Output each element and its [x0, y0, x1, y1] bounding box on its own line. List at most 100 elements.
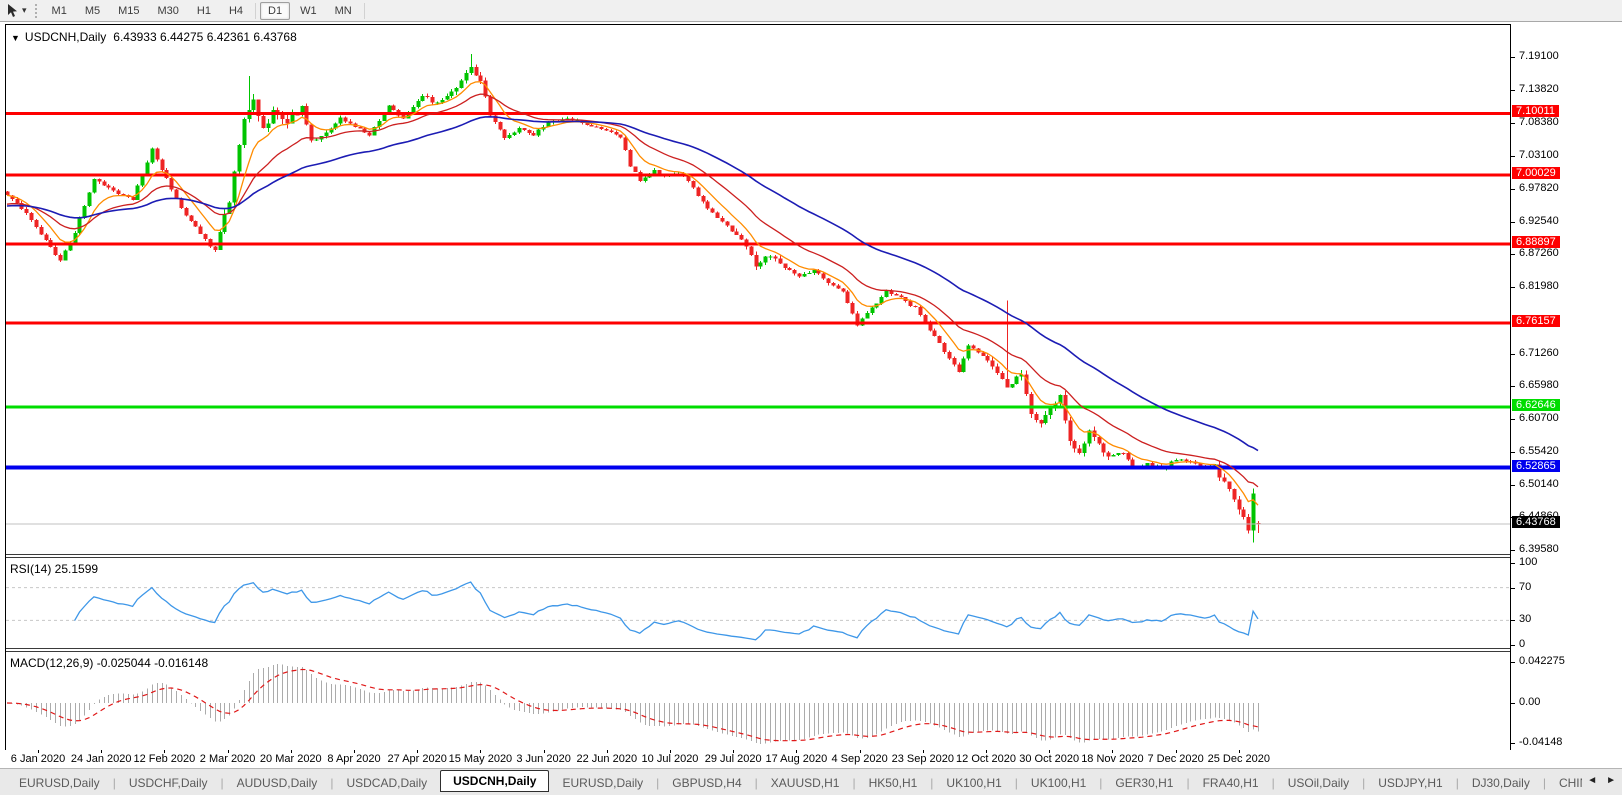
tab-gbpusd-h4[interactable]: GBPUSD,H4 — [659, 772, 754, 794]
tab-usdjpy-h1[interactable]: USDJPY,H1 — [1365, 772, 1455, 794]
level-price-label: 6.76157 — [1512, 315, 1560, 328]
rsi-tick-mark — [1511, 563, 1515, 564]
tab-uk100-h1[interactable]: UK100,H1 — [1018, 772, 1099, 794]
price-tick-mark — [1511, 287, 1515, 289]
tab-scroll-arrows: ◄ ► — [1587, 775, 1616, 786]
price-tick-label: 6.50140 — [1519, 477, 1559, 490]
level-price-label: 7.10011 — [1512, 105, 1559, 118]
price-tick-label: 6.87260 — [1519, 247, 1559, 260]
tab-hk50-h1[interactable]: HK50,H1 — [856, 772, 931, 794]
toolbar-separator — [255, 2, 257, 19]
price-tick-mark — [1511, 156, 1515, 158]
tab-usdchf-daily[interactable]: USDCHF,Daily — [116, 772, 221, 794]
date-axis: 6 Jan 2020 24 Jan 2020 12 Feb 2020 2 Mar 20… — [5, 750, 1511, 768]
rsi-tick-label: 0 — [1519, 638, 1526, 650]
tab-usdcad-daily[interactable]: USDCAD,Daily — [333, 772, 440, 794]
rsi-pane[interactable] — [6, 558, 1510, 647]
tab-uk100-h1[interactable]: UK100,H1 — [933, 772, 1014, 794]
price-tick-mark — [1511, 57, 1515, 58]
timeframe-w1[interactable]: W1 — [292, 2, 325, 20]
macd-tick-label: -0.04148 — [1519, 736, 1563, 749]
price-tick-mark — [1511, 89, 1515, 91]
price-tick-label: 6.65980 — [1519, 379, 1559, 392]
tab-eurusd-daily[interactable]: EURUSD,Daily — [549, 772, 656, 794]
chart-tabs: EURUSD,Daily | USDCHF,Daily | AUDUSD,Daily | U… — [6, 769, 1582, 795]
tab-scroll-left-icon[interactable]: ◄ — [1587, 775, 1597, 786]
mt4-window: ▾ M1 M5 M15 M30 H1 H4 D1 W1 MN ▼ USDCNH,Daily 6.43… — [0, 0, 1622, 795]
price-tick-mark — [1511, 451, 1515, 453]
pane-separator[interactable] — [6, 648, 1510, 649]
chart-title: ▼ USDCNH,Daily 6.43933 6.44275 6.42361 6.4… — [11, 30, 297, 44]
tab-xauusd-h1[interactable]: XAUUSD,H1 — [758, 772, 853, 794]
price-tick-mark — [1511, 221, 1515, 223]
price-tick-mark — [1511, 550, 1515, 551]
tab-ger30-h1[interactable]: GER30,H1 — [1102, 772, 1186, 794]
level-price-label: 6.52865 — [1512, 459, 1560, 472]
cursor-tool-dropdown-caret[interactable]: ▾ — [22, 5, 27, 16]
tab-fra40-h1[interactable]: FRA40,H1 — [1190, 772, 1272, 794]
rsi-tick-mark — [1511, 645, 1515, 646]
tab-china300-h1[interactable]: CHINA300,H1 — [1546, 772, 1582, 794]
tab-eurusd-daily[interactable]: EURUSD,Daily — [6, 772, 113, 794]
price-tick-label: 6.71260 — [1519, 346, 1559, 359]
price-tick-label: 6.55420 — [1519, 444, 1559, 457]
chart-tab-bar: EURUSD,Daily | USDCHF,Daily | AUDUSD,Daily | U… — [0, 768, 1622, 795]
chart-title-ohlc: 6.43933 6.44275 6.42361 6.43768 — [113, 30, 297, 44]
price-tick-mark — [1511, 254, 1515, 256]
level-price-label: 7.00029 — [1512, 167, 1560, 180]
timeframe-h4[interactable]: H4 — [221, 2, 251, 20]
pane-separator[interactable] — [6, 554, 1510, 555]
timeframe-m5[interactable]: M5 — [77, 2, 108, 20]
rsi-tick-label: 30 — [1519, 613, 1532, 626]
collapse-caret-icon[interactable]: ▼ — [11, 33, 20, 43]
tab-audusd-daily[interactable]: AUDUSD,Daily — [224, 772, 331, 794]
top-toolbar: ▾ M1 M5 M15 M30 H1 H4 D1 W1 MN — [0, 0, 1622, 22]
level-price-label: 6.62646 — [1512, 398, 1560, 411]
price-tick-label: 7.13820 — [1519, 82, 1559, 95]
price-tick-label: 6.39580 — [1519, 543, 1559, 555]
timeframe-m30[interactable]: M30 — [150, 2, 187, 20]
macd-tick-label: 0.00 — [1519, 696, 1541, 708]
tab-scroll-right-icon[interactable]: ► — [1606, 775, 1616, 786]
price-tick-label: 6.92540 — [1519, 214, 1559, 227]
chart-title-symbol: USDCNH,Daily — [24, 30, 107, 44]
price-axis: 7.19100 7.13820 7.08380 7.03100 6.97820 6.925… — [1511, 0, 1622, 795]
macd-tick-mark — [1511, 703, 1515, 704]
timeframe-m15[interactable]: M15 — [110, 2, 147, 20]
price-tick-mark — [1511, 188, 1515, 190]
timeframe-m1[interactable]: M1 — [44, 2, 75, 20]
macd-tick-label: 0.042275 — [1519, 654, 1565, 667]
rsi-tick-label: 100 — [1519, 556, 1538, 568]
price-tick-label: 7.08380 — [1519, 116, 1559, 129]
macd-pane[interactable] — [6, 652, 1510, 748]
timeframe-h1[interactable]: H1 — [189, 2, 219, 20]
rsi-tick-label: 70 — [1519, 580, 1532, 593]
tab-usoil-daily[interactable]: USOil,Daily — [1275, 772, 1362, 794]
rsi-indicator-label: RSI(14) 25.1599 — [10, 562, 99, 576]
tab-dj30-daily[interactable]: DJ30,Daily — [1459, 772, 1543, 794]
price-tick-mark — [1511, 386, 1515, 388]
toolbar-separator — [363, 2, 365, 19]
price-tick-mark — [1511, 123, 1515, 125]
macd-tick-mark — [1511, 661, 1515, 663]
macd-indicator-label: MACD(12,26,9) -0.025044 -0.016148 — [10, 656, 209, 670]
price-tick-mark — [1511, 419, 1515, 421]
price-tick-label: 7.19100 — [1519, 50, 1559, 62]
price-tick-label: 6.60700 — [1519, 412, 1559, 425]
timeframe-mn[interactable]: MN — [327, 2, 360, 20]
tab-usdcnh-daily[interactable]: USDCNH,Daily — [440, 770, 550, 792]
macd-tick-mark — [1511, 743, 1515, 745]
price-tick-mark — [1511, 484, 1515, 486]
rsi-tick-mark — [1511, 587, 1515, 589]
date-label: 25 Dec 2020 — [1207, 753, 1270, 765]
price-tick-mark — [1511, 353, 1515, 355]
price-chart-pane[interactable] — [6, 25, 1510, 554]
cursor-tool-icon[interactable] — [4, 3, 22, 19]
timeframe-buttons: M1 M5 M15 M30 H1 H4 D1 W1 MN — [43, 1, 368, 20]
timeframe-d1[interactable]: D1 — [260, 1, 291, 20]
current-price-label: 6.43768 — [1512, 516, 1560, 529]
price-tick-label: 6.97820 — [1519, 181, 1559, 194]
level-price-label: 6.88897 — [1512, 236, 1560, 249]
toolbar-grip — [34, 3, 37, 18]
price-tick-label: 6.81980 — [1519, 280, 1559, 293]
